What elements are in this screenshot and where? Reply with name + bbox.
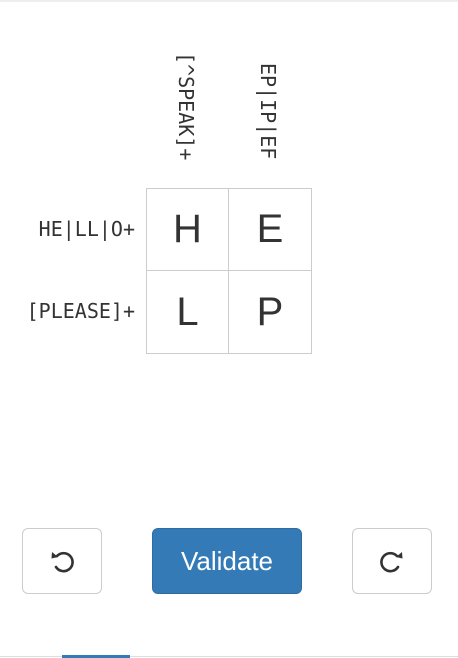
redo-button[interactable] — [352, 528, 432, 594]
validate-button[interactable]: Validate — [152, 528, 302, 594]
column-clue-2: EP|IP|EF — [256, 63, 280, 160]
grid-cell-r2-c2[interactable]: P — [229, 271, 311, 353]
top-divider — [0, 0, 458, 2]
undo-button[interactable] — [22, 528, 102, 594]
redo-icon — [377, 546, 407, 576]
grid-cell-r1-c1[interactable]: H — [147, 189, 229, 271]
grid-cell-r2-c1[interactable]: L — [147, 271, 229, 353]
undo-icon — [47, 546, 77, 576]
grid-cell-r1-c2[interactable]: E — [229, 189, 311, 271]
row-clue-1: HE|LL|O+ — [38, 217, 135, 241]
column-clue-1: [^SPEAK]+ — [174, 52, 198, 161]
row-clue-2: [PLEASE]+ — [26, 299, 135, 323]
puzzle-grid: H E L P — [146, 188, 312, 354]
